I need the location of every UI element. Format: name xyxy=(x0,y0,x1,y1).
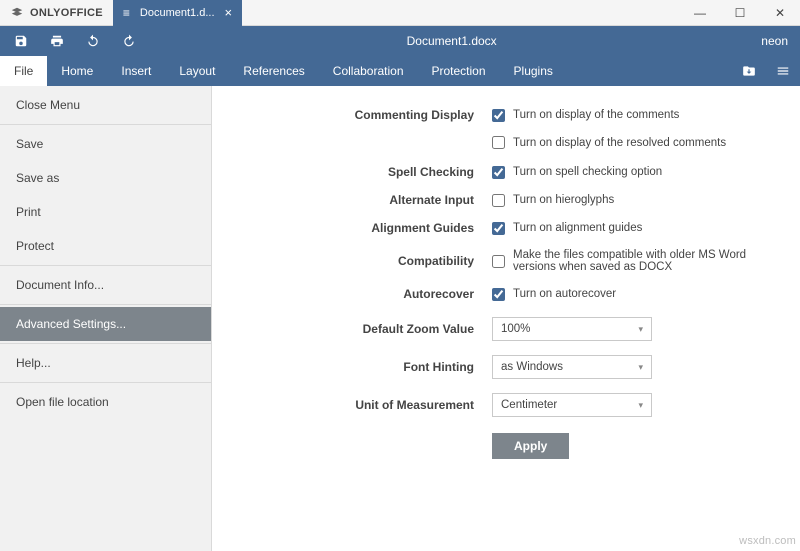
commenting-display-text: Turn on display of the comments xyxy=(513,109,679,121)
minimize-button[interactable]: — xyxy=(680,0,720,26)
tab-close-icon[interactable]: × xyxy=(225,5,233,20)
view-options-icon[interactable] xyxy=(766,56,800,86)
brand-icon xyxy=(10,6,24,20)
menu-insert[interactable]: Insert xyxy=(107,56,165,86)
commenting-display-checkbox[interactable] xyxy=(492,109,505,122)
alignment-guides-label: Alignment Guides xyxy=(212,221,492,235)
sidebar-close-menu[interactable]: Close Menu xyxy=(0,88,211,122)
window-controls: — ☐ ✕ xyxy=(680,0,800,26)
sidebar-separator xyxy=(0,265,211,266)
print-icon[interactable] xyxy=(44,28,70,54)
body: Close Menu Save Save as Print Protect Do… xyxy=(0,86,800,551)
titlebar: ONLYOFFICE ≡ Document1.d... × — ☐ ✕ xyxy=(0,0,800,26)
close-button[interactable]: ✕ xyxy=(760,0,800,26)
unit-of-measurement-value: Centimeter xyxy=(501,399,557,411)
menu-file[interactable]: File xyxy=(0,56,47,86)
spell-checking-text: Turn on spell checking option xyxy=(513,166,662,178)
compatibility-text: Make the files compatible with older MS … xyxy=(513,249,780,273)
save-icon[interactable] xyxy=(8,28,34,54)
redo-icon[interactable] xyxy=(116,28,142,54)
sidebar-advanced-settings[interactable]: Advanced Settings... xyxy=(0,307,211,341)
quick-access-bar: Document1.docx neon xyxy=(0,26,800,56)
menu-collaboration[interactable]: Collaboration xyxy=(319,56,418,86)
menu-plugins[interactable]: Plugins xyxy=(500,56,567,86)
open-location-icon[interactable] xyxy=(732,56,766,86)
advanced-settings-panel: Commenting Display Turn on display of th… xyxy=(212,86,800,551)
autorecover-label: Autorecover xyxy=(212,287,492,301)
document-tab[interactable]: ≡ Document1.d... × xyxy=(113,0,242,26)
default-zoom-label: Default Zoom Value xyxy=(212,322,492,336)
autorecover-checkbox[interactable] xyxy=(492,288,505,301)
font-hinting-select[interactable]: as Windows ▾ xyxy=(492,355,652,379)
file-sidebar: Close Menu Save Save as Print Protect Do… xyxy=(0,86,212,551)
compatibility-checkbox[interactable] xyxy=(492,255,505,268)
unit-of-measurement-label: Unit of Measurement xyxy=(212,398,492,412)
alternate-input-text: Turn on hieroglyphs xyxy=(513,194,614,206)
sidebar-protect[interactable]: Protect xyxy=(0,229,211,263)
spell-checking-label: Spell Checking xyxy=(212,165,492,179)
sidebar-separator xyxy=(0,343,211,344)
sidebar-separator xyxy=(0,304,211,305)
compatibility-label: Compatibility xyxy=(212,254,492,268)
menu-home[interactable]: Home xyxy=(47,56,107,86)
sidebar-open-file-location[interactable]: Open file location xyxy=(0,385,211,419)
menu-layout[interactable]: Layout xyxy=(165,56,229,86)
alignment-guides-text: Turn on alignment guides xyxy=(513,222,642,234)
chevron-down-icon: ▾ xyxy=(638,400,643,411)
chevron-down-icon: ▾ xyxy=(638,362,643,373)
apply-button[interactable]: Apply xyxy=(492,433,569,459)
alternate-input-label: Alternate Input xyxy=(212,193,492,207)
default-zoom-value: 100% xyxy=(501,323,530,335)
sidebar-save-as[interactable]: Save as xyxy=(0,161,211,195)
document-title: Document1.docx xyxy=(152,34,751,48)
sidebar-separator xyxy=(0,382,211,383)
undo-icon[interactable] xyxy=(80,28,106,54)
sidebar-separator xyxy=(0,124,211,125)
brand: ONLYOFFICE xyxy=(0,6,113,20)
unit-of-measurement-select[interactable]: Centimeter ▾ xyxy=(492,393,652,417)
autorecover-text: Turn on autorecover xyxy=(513,288,616,300)
resolved-comments-text: Turn on display of the resolved comments xyxy=(513,137,726,149)
alignment-guides-checkbox[interactable] xyxy=(492,222,505,235)
sidebar-save[interactable]: Save xyxy=(0,127,211,161)
menu-bar: File Home Insert Layout References Colla… xyxy=(0,56,800,86)
maximize-button[interactable]: ☐ xyxy=(720,0,760,26)
chevron-down-icon: ▾ xyxy=(638,324,643,335)
sidebar-document-info[interactable]: Document Info... xyxy=(0,268,211,302)
document-tab-label: Document1.d... xyxy=(140,7,215,19)
brand-label: ONLYOFFICE xyxy=(30,7,103,19)
sidebar-help[interactable]: Help... xyxy=(0,346,211,380)
user-label: neon xyxy=(761,34,792,48)
resolved-comments-checkbox[interactable] xyxy=(492,136,505,149)
font-hinting-label: Font Hinting xyxy=(212,360,492,374)
font-hinting-value: as Windows xyxy=(501,361,563,373)
hamburger-icon: ≡ xyxy=(123,6,130,20)
default-zoom-select[interactable]: 100% ▾ xyxy=(492,317,652,341)
spell-checking-checkbox[interactable] xyxy=(492,166,505,179)
commenting-display-label: Commenting Display xyxy=(212,108,492,122)
menu-protection[interactable]: Protection xyxy=(418,56,500,86)
alternate-input-checkbox[interactable] xyxy=(492,194,505,207)
empty-label xyxy=(212,433,492,459)
sidebar-print[interactable]: Print xyxy=(0,195,211,229)
menu-references[interactable]: References xyxy=(229,56,318,86)
